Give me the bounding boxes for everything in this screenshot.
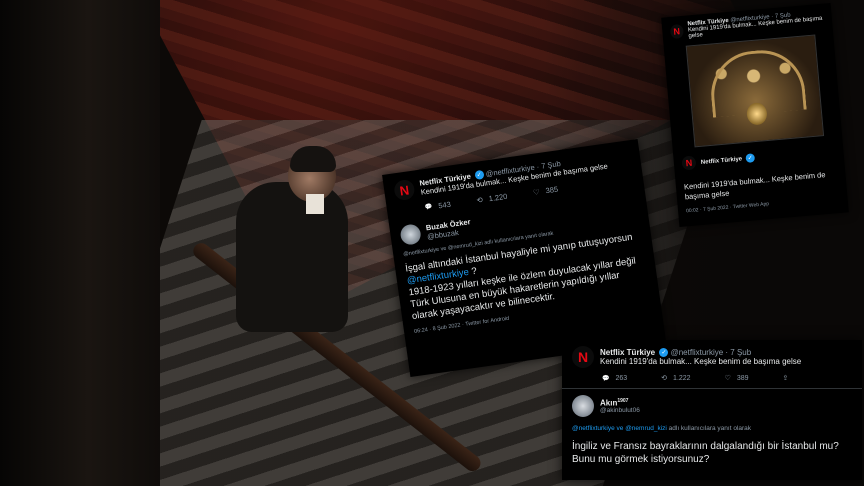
retweet-button[interactable]: ⟲ 1.222 <box>661 374 691 383</box>
like-icon: ♡ <box>532 187 541 198</box>
author-name[interactable]: Netflix Türkiye <box>701 156 743 166</box>
author-name[interactable]: Netflix Türkiye <box>600 348 655 357</box>
tweet-footer-text: Kendini 1919'da bulmak... Keşke benim de… <box>683 170 826 202</box>
reply-icon: 💬 <box>424 204 433 212</box>
netflix-logo-icon[interactable]: N <box>681 155 697 171</box>
man-shirt-collar <box>306 194 324 214</box>
retweet-icon: ⟲ <box>661 375 668 382</box>
mention-links[interactable]: @netflixturkiye ve @nemrud_kizi <box>572 425 667 432</box>
avatar[interactable] <box>572 395 594 417</box>
netflix-logo-icon[interactable]: N <box>669 23 684 40</box>
netflix-logo-icon[interactable]: N <box>572 346 594 368</box>
name-suffix: 1907 <box>617 397 629 404</box>
tweet-header: N Netflix Türkiye ✓ @netflixturkiye · 7 … <box>562 340 862 368</box>
reply-header: Akın1907 @akinbulut06 <box>562 389 862 417</box>
dark-wall <box>0 0 160 486</box>
tweet-meta: 00:02 · 7 Şub 2022 · Twitter Web App <box>685 201 770 215</box>
reply-line: ? <box>468 265 478 278</box>
tweet-card-topright[interactable]: N Netflix Türkiye @netflixturkiye · 7 Şu… <box>661 2 849 228</box>
like-count: 389 <box>736 374 749 382</box>
man-figure <box>236 182 348 332</box>
reply-count: 263 <box>615 374 628 382</box>
tweet-actions: 💬 263 ⟲ 1.222 ♡ 389 ⇪ <box>562 368 862 383</box>
tweet-card-bottomright[interactable]: N Netflix Türkiye ✓ @netflixturkiye · 7 … <box>562 340 862 480</box>
reply-text: İngiliz ve Fransız bayraklarının dalgala… <box>572 441 839 465</box>
reply-icon: 💬 <box>602 375 610 382</box>
tweet-body: Kendini 1919'da bulmak... Keşke benim de… <box>600 357 802 367</box>
retweet-icon: ⟲ <box>475 195 484 206</box>
retweet-count: 1.222 <box>673 374 691 382</box>
share-icon: ⇪ <box>782 375 789 382</box>
like-icon: ♡ <box>724 375 731 382</box>
share-button[interactable]: ⇪ <box>783 374 789 382</box>
tweet-media-image[interactable] <box>685 34 825 148</box>
reply-count: 543 <box>437 199 452 211</box>
like-count: 385 <box>545 184 559 196</box>
verified-badge-icon: ✓ <box>745 152 756 163</box>
quoted-tweet-header: N Netflix Türkiye ✓ <box>681 150 756 171</box>
replying-to: @netflixturkiye ve @nemrud_kizi adlı kul… <box>562 417 862 432</box>
verified-badge-icon: ✓ <box>659 348 669 358</box>
reply-button[interactable]: 💬 263 <box>602 375 627 382</box>
like-button[interactable]: ♡ 389 <box>724 374 749 383</box>
reply-author-name[interactable]: Akın <box>600 398 617 407</box>
author-handle[interactable]: @netflixturkiye · 7 Şub <box>671 348 752 357</box>
man-hair <box>290 146 336 172</box>
replying-to-text: adlı kullanıcılara yanıt olarak <box>666 425 752 432</box>
reply-author-handle[interactable]: @akinbulut06 <box>600 407 640 414</box>
